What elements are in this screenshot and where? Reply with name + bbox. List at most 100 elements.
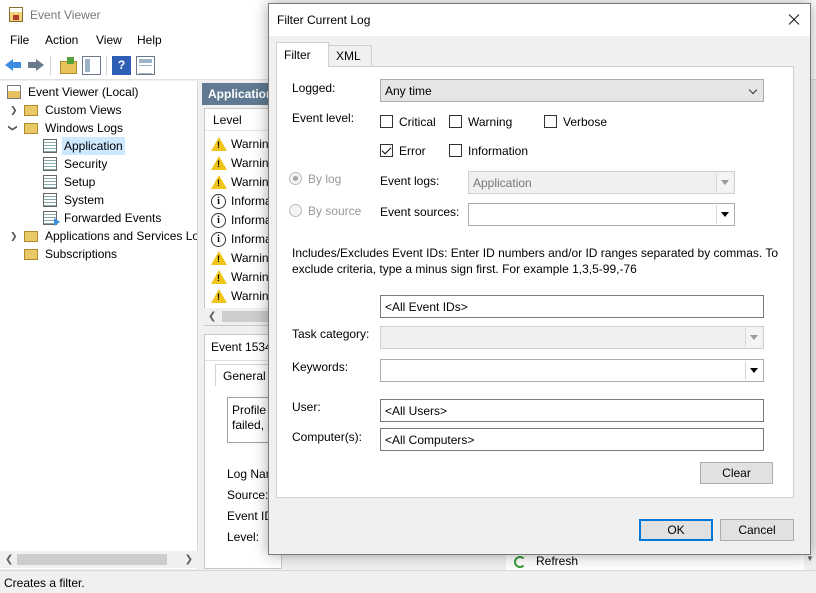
- computer-input[interactable]: <All Computers>: [380, 428, 764, 451]
- field-log-name-label: Log Nar: [227, 467, 270, 481]
- event-viewer-icon: [9, 7, 23, 22]
- log-icon: [43, 139, 57, 153]
- verbose-label: Verbose: [563, 115, 608, 129]
- tree-item-label: System: [64, 193, 105, 207]
- field-event-id-label: Event ID: [227, 509, 274, 523]
- event-sources-select[interactable]: [468, 203, 735, 226]
- event-level-label: Event level:: [292, 111, 355, 125]
- forwarded-log-icon: [43, 211, 60, 226]
- tab-filter[interactable]: Filter: [276, 42, 329, 67]
- menu-view[interactable]: View: [96, 33, 122, 47]
- info-icon: i: [211, 232, 226, 247]
- dropdown-arrow-icon: [716, 173, 733, 192]
- error-label: Error: [399, 144, 426, 158]
- chevron-right-icon[interactable]: ❯: [10, 227, 18, 245]
- warning-icon: [211, 175, 227, 189]
- warning-icon: [211, 137, 227, 151]
- event-level-text: Informa: [231, 213, 272, 227]
- tree-item-label: Security: [64, 157, 108, 171]
- action-refresh[interactable]: Refresh: [536, 554, 578, 568]
- error-checkbox[interactable]: [380, 144, 393, 157]
- warning-icon: [211, 289, 227, 303]
- event-logs-select[interactable]: Application: [468, 171, 735, 194]
- cancel-button[interactable]: Cancel: [720, 519, 794, 541]
- logged-select[interactable]: Any time: [380, 79, 764, 102]
- log-icon: [43, 157, 57, 171]
- status-text: Creates a filter.: [4, 576, 85, 590]
- dropdown-arrow-icon: [745, 361, 762, 380]
- warning-icon: [211, 251, 227, 265]
- scroll-left-icon[interactable]: ❮: [5, 551, 13, 568]
- dialog-title-bar: Filter Current Log: [269, 4, 810, 36]
- tree-horizontal-scrollbar[interactable]: ❮ ❯: [0, 551, 198, 568]
- up-folder-icon[interactable]: [58, 56, 77, 75]
- toolbar-separator: [50, 56, 51, 75]
- scroll-left-icon[interactable]: ❮: [208, 308, 216, 325]
- tab-xml[interactable]: XML: [328, 45, 372, 67]
- folder-icon: [24, 123, 38, 134]
- menu-help[interactable]: Help: [137, 33, 162, 47]
- dropdown-arrow-icon: [745, 328, 762, 347]
- filter-current-log-dialog: Filter Current Log Filter XML Logged: An…: [268, 3, 811, 555]
- event-viewer-icon: [7, 85, 21, 99]
- chevron-down-icon[interactable]: ❯: [4, 124, 22, 132]
- scroll-right-icon[interactable]: ❯: [185, 551, 193, 568]
- chevron-right-icon[interactable]: ❯: [10, 101, 18, 119]
- field-level-label: Level:: [227, 530, 260, 544]
- by-source-radio[interactable]: [289, 204, 302, 217]
- tree-item-label: Application: [62, 137, 125, 155]
- folder-icon: [24, 105, 38, 116]
- by-source-label: By source: [308, 204, 362, 218]
- filter-panel: Logged: Any time Event level: Critical W…: [276, 66, 794, 498]
- information-label: Information: [468, 144, 529, 158]
- back-arrow-icon[interactable]: [4, 56, 23, 75]
- window-title: Event Viewer: [30, 8, 101, 22]
- tree-item-label: Forwarded Events: [64, 211, 162, 225]
- tree-item-label: Applications and Services Lo: [45, 229, 198, 243]
- refresh-icon[interactable]: [514, 556, 526, 568]
- warning-icon: [211, 156, 227, 170]
- status-bar: Creates a filter.: [0, 570, 816, 593]
- clear-button[interactable]: Clear: [700, 462, 773, 484]
- logged-value: Any time: [385, 84, 432, 98]
- by-log-radio[interactable]: [289, 172, 302, 185]
- tree-item-label: Setup: [64, 175, 96, 189]
- keywords-label: Keywords:: [292, 360, 349, 374]
- dropdown-arrow-icon: [716, 205, 733, 224]
- task-category-label: Task category:: [292, 327, 370, 341]
- show-hide-tree-icon[interactable]: [82, 56, 101, 75]
- logged-label: Logged:: [292, 81, 336, 95]
- critical-checkbox[interactable]: [380, 115, 393, 128]
- critical-label: Critical: [399, 115, 436, 129]
- user-input[interactable]: <All Users>: [380, 399, 764, 422]
- subscriptions-icon: [24, 249, 38, 260]
- log-icon: [43, 193, 57, 207]
- task-category-select[interactable]: [380, 326, 764, 349]
- menu-file[interactable]: File: [10, 33, 29, 47]
- close-icon[interactable]: [784, 10, 804, 30]
- verbose-checkbox[interactable]: [544, 115, 557, 128]
- console-tree: Event Viewer (Local) ❯ Custom Views ❯ Wi…: [0, 81, 198, 569]
- event-ids-description: Includes/Excludes Event IDs: Enter ID nu…: [292, 246, 779, 276]
- computer-label: Computer(s):: [292, 430, 363, 444]
- information-checkbox[interactable]: [449, 144, 462, 157]
- event-logs-label: Event logs:: [380, 174, 440, 188]
- help-icon[interactable]: ?: [112, 56, 131, 75]
- menu-action[interactable]: Action: [45, 33, 78, 47]
- user-label: User:: [292, 400, 321, 414]
- scroll-down-icon[interactable]: ▼: [806, 554, 814, 563]
- field-source-label: Source:: [227, 488, 269, 502]
- info-icon: i: [211, 194, 226, 209]
- show-action-pane-icon[interactable]: [136, 56, 155, 75]
- keywords-select[interactable]: [380, 359, 764, 382]
- event-level-text: Informa: [231, 194, 272, 208]
- warning-checkbox[interactable]: [449, 115, 462, 128]
- warning-icon: [211, 270, 227, 284]
- tree-item-label: Windows Logs: [45, 121, 124, 135]
- forward-arrow-icon[interactable]: [26, 56, 45, 75]
- event-ids-input[interactable]: <All Event IDs>: [380, 295, 764, 318]
- event-logs-value: Application: [473, 176, 532, 190]
- ok-button[interactable]: OK: [639, 519, 713, 541]
- tree-item-label: Custom Views: [45, 103, 122, 117]
- scrollbar-thumb[interactable]: [17, 554, 167, 565]
